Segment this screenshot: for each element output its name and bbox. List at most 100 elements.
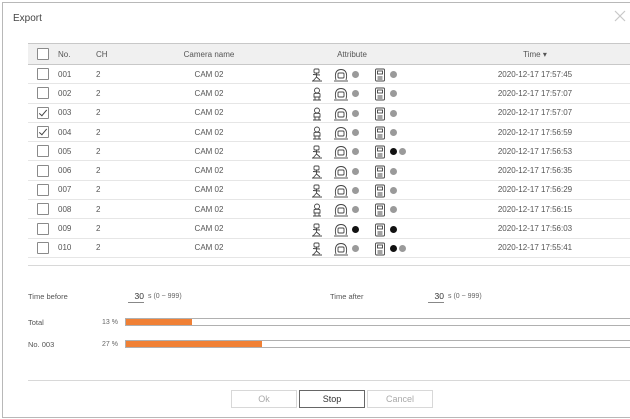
attribute-dot xyxy=(352,71,359,79)
row-checkbox-cell[interactable] xyxy=(28,103,58,123)
face-icon xyxy=(333,126,349,142)
person-icon xyxy=(310,107,324,123)
row-no: 008 xyxy=(58,199,96,220)
row-checkbox-cell[interactable] xyxy=(28,122,58,143)
attribute-dot xyxy=(390,186,397,194)
header-camera-name[interactable]: Camera name xyxy=(154,43,264,65)
total-percent: 13 % xyxy=(102,319,118,326)
table-row[interactable]: 009 2 CAM 02 2020-12-17 17:56:03 xyxy=(28,218,630,239)
attribute-dot xyxy=(352,206,359,214)
row-camera-name: CAM 02 xyxy=(154,238,264,258)
stop-button[interactable]: Stop xyxy=(299,390,365,408)
row-attribute xyxy=(264,218,440,239)
time-after-range: s (0 ~ 999) xyxy=(448,293,482,300)
time-before-input[interactable]: 30 xyxy=(128,291,144,303)
time-after-input[interactable]: 30 xyxy=(428,291,444,303)
row-checkbox[interactable] xyxy=(37,183,49,196)
attribute-dot xyxy=(390,129,397,137)
item-progress-bar xyxy=(125,340,630,348)
row-ch: 2 xyxy=(96,103,154,123)
row-time: 2020-12-17 17:56:15 xyxy=(440,199,630,220)
row-checkbox[interactable] xyxy=(37,241,49,254)
row-no: 002 xyxy=(58,83,96,104)
row-checkbox[interactable] xyxy=(37,164,49,177)
row-checkbox-cell[interactable] xyxy=(28,238,58,258)
row-checkbox[interactable] xyxy=(37,106,49,119)
attribute-dot xyxy=(352,225,359,233)
total-progress-fill xyxy=(126,319,192,325)
vehicle-icon xyxy=(374,203,386,219)
row-ch: 2 xyxy=(96,122,154,143)
table-row[interactable]: 003 2 CAM 02 2020-12-17 17:57:07 xyxy=(28,103,630,123)
face-icon xyxy=(333,223,349,239)
row-camera-name: CAM 02 xyxy=(154,83,264,104)
attribute-dot xyxy=(390,109,397,117)
row-checkbox-cell[interactable] xyxy=(28,180,58,201)
row-camera-name: CAM 02 xyxy=(154,122,264,143)
vehicle-icon xyxy=(374,184,386,200)
row-checkbox-cell[interactable] xyxy=(28,64,58,85)
vehicle-icon xyxy=(374,107,386,123)
time-after-label: Time after xyxy=(330,292,364,301)
table-row[interactable]: 007 2 CAM 02 2020-12-17 17:56:29 xyxy=(28,180,630,201)
header-time[interactable]: Time ▾ xyxy=(440,43,630,65)
row-checkbox-cell[interactable] xyxy=(28,83,58,104)
row-ch: 2 xyxy=(96,83,154,104)
time-before-range: s (0 ~ 999) xyxy=(148,293,182,300)
row-camera-name: CAM 02 xyxy=(154,218,264,239)
row-camera-name: CAM 02 xyxy=(154,160,264,181)
cancel-button[interactable]: Cancel xyxy=(367,390,433,408)
person-icon xyxy=(310,126,324,142)
row-time: 2020-12-17 17:57:07 xyxy=(440,83,630,104)
table-row[interactable]: 002 2 CAM 02 2020-12-17 17:57:07 xyxy=(28,83,630,104)
table-row[interactable]: 010 2 CAM 02 2020-12-17 17:55:41 xyxy=(28,238,630,258)
attribute-dot xyxy=(390,206,397,214)
row-checkbox[interactable] xyxy=(37,222,49,235)
row-checkbox-cell[interactable] xyxy=(28,141,58,162)
table-row[interactable]: 004 2 CAM 02 2020-12-17 17:56:59 xyxy=(28,122,630,143)
row-attribute xyxy=(264,83,440,104)
face-icon xyxy=(333,165,349,181)
row-time: 2020-12-17 17:56:03 xyxy=(440,218,630,239)
select-all-cell[interactable] xyxy=(28,43,58,65)
row-time: 2020-12-17 17:57:45 xyxy=(440,64,630,85)
row-checkbox-cell[interactable] xyxy=(28,218,58,239)
face-icon xyxy=(333,68,349,84)
row-camera-name: CAM 02 xyxy=(154,64,264,85)
select-all-checkbox[interactable] xyxy=(37,48,49,60)
total-progress-bar xyxy=(125,318,630,326)
vehicle-icon xyxy=(374,223,386,239)
row-checkbox[interactable] xyxy=(37,87,49,100)
ok-button[interactable]: Ok xyxy=(231,390,297,408)
row-attribute xyxy=(264,160,440,181)
row-checkbox[interactable] xyxy=(37,145,49,158)
row-checkbox-cell[interactable] xyxy=(28,199,58,220)
attribute-dot xyxy=(390,90,397,98)
table-row[interactable]: 001 2 CAM 02 2020-12-17 17:57:45 xyxy=(28,64,630,85)
header-no[interactable]: No. xyxy=(58,43,96,65)
divider xyxy=(28,265,630,266)
row-checkbox[interactable] xyxy=(37,126,49,139)
row-no: 010 xyxy=(58,238,96,258)
row-time: 2020-12-17 17:56:35 xyxy=(440,160,630,181)
row-checkbox[interactable] xyxy=(37,203,49,216)
person-icon xyxy=(310,145,324,161)
header-attribute[interactable]: Attribute xyxy=(264,43,440,65)
close-icon[interactable] xyxy=(613,9,627,23)
attribute-dot xyxy=(352,109,359,117)
table-row[interactable]: 008 2 CAM 02 2020-12-17 17:56:15 xyxy=(28,199,630,220)
header-ch[interactable]: CH xyxy=(96,43,154,65)
row-checkbox[interactable] xyxy=(37,68,49,81)
table-row[interactable]: 006 2 CAM 02 2020-12-17 17:56:35 xyxy=(28,160,630,181)
table-row[interactable]: 005 2 CAM 02 2020-12-17 17:56:53 xyxy=(28,141,630,162)
row-time: 2020-12-17 17:55:41 xyxy=(440,238,630,258)
row-checkbox-cell[interactable] xyxy=(28,160,58,181)
row-ch: 2 xyxy=(96,180,154,201)
face-icon xyxy=(333,107,349,123)
attribute-dot xyxy=(352,148,359,156)
row-camera-name: CAM 02 xyxy=(154,199,264,220)
row-ch: 2 xyxy=(96,199,154,220)
row-ch: 2 xyxy=(96,238,154,258)
divider xyxy=(28,380,630,381)
attribute-dot xyxy=(390,148,397,156)
